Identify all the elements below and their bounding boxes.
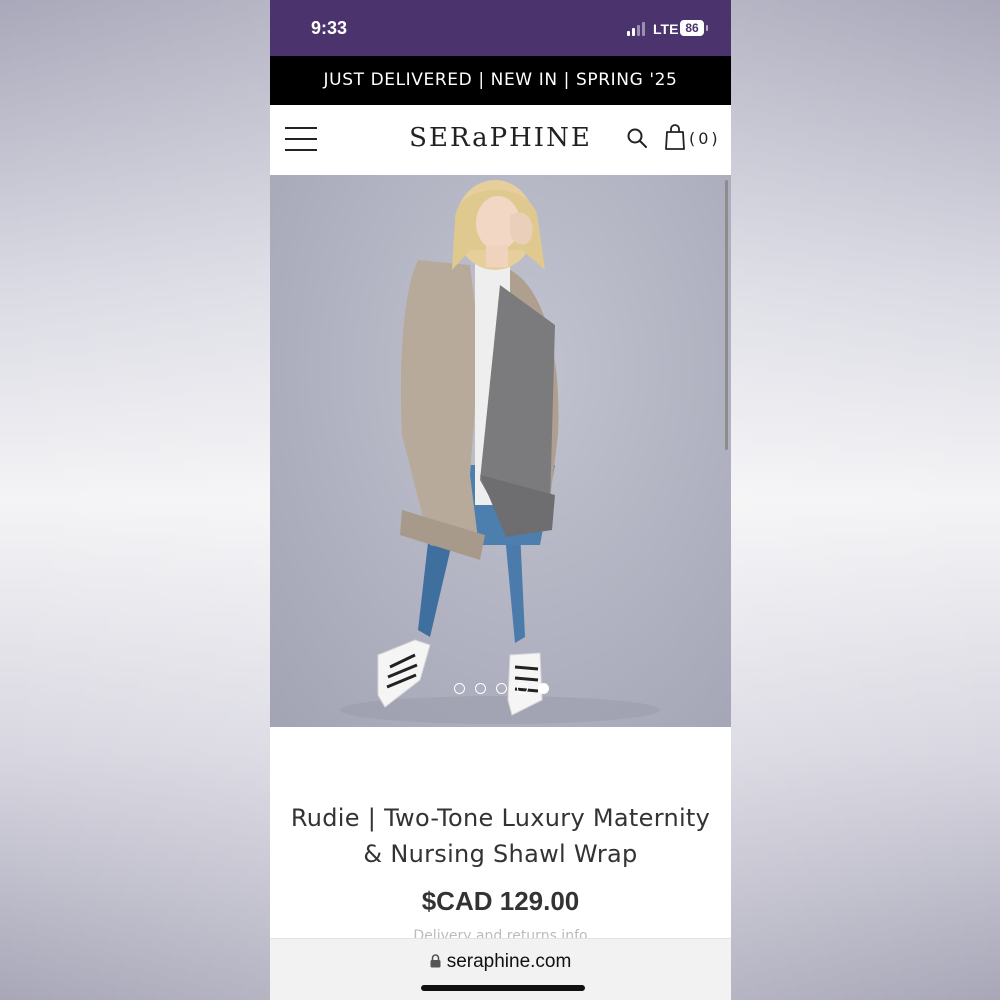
url-display[interactable]: seraphine.com: [270, 951, 731, 973]
network-label: LTE: [653, 21, 679, 37]
site-header: SERaPHINE (0): [270, 105, 731, 175]
carousel-dot[interactable]: [475, 683, 486, 694]
status-bar: 9:33 LTE 86: [270, 0, 731, 56]
product-photo: [340, 180, 660, 724]
lock-icon: [430, 954, 441, 968]
product-title: Rudie | Two-Tone Luxury Maternity & Nurs…: [270, 800, 731, 872]
carousel-dot[interactable]: [517, 683, 528, 694]
battery-nub: [706, 25, 708, 31]
background-right: [730, 0, 1000, 1000]
phone-screen: 9:33 LTE 86 JUST DELIVERED | NEW IN | SP…: [270, 0, 731, 1000]
browser-address-bar[interactable]: seraphine.com: [270, 938, 731, 1000]
shopping-bag-icon[interactable]: [664, 124, 686, 150]
background-left: [0, 0, 270, 1000]
search-icon[interactable]: [626, 127, 648, 149]
status-time: 9:33: [311, 18, 348, 38]
carousel-dot[interactable]: [454, 683, 465, 694]
url-text: seraphine.com: [446, 951, 572, 972]
battery-icon: 86: [680, 20, 704, 36]
carousel-dot[interactable]: [496, 683, 507, 694]
signal-icon: [627, 22, 649, 36]
scrollbar[interactable]: [725, 180, 728, 450]
site-logo[interactable]: SERaPHINE: [270, 123, 731, 153]
product-title-line1: Rudie | Two-Tone Luxury Maternity: [290, 804, 711, 832]
announcement-bar[interactable]: JUST DELIVERED | NEW IN | SPRING '25: [270, 56, 731, 105]
carousel-dot-active[interactable]: [538, 683, 549, 694]
product-price: $CAD 129.00: [421, 886, 580, 916]
product-title-line2: & Nursing Shawl Wrap: [363, 840, 638, 868]
product-image-carousel[interactable]: [270, 175, 731, 727]
home-indicator[interactable]: [421, 985, 585, 991]
cart-count[interactable]: (0): [689, 129, 721, 148]
